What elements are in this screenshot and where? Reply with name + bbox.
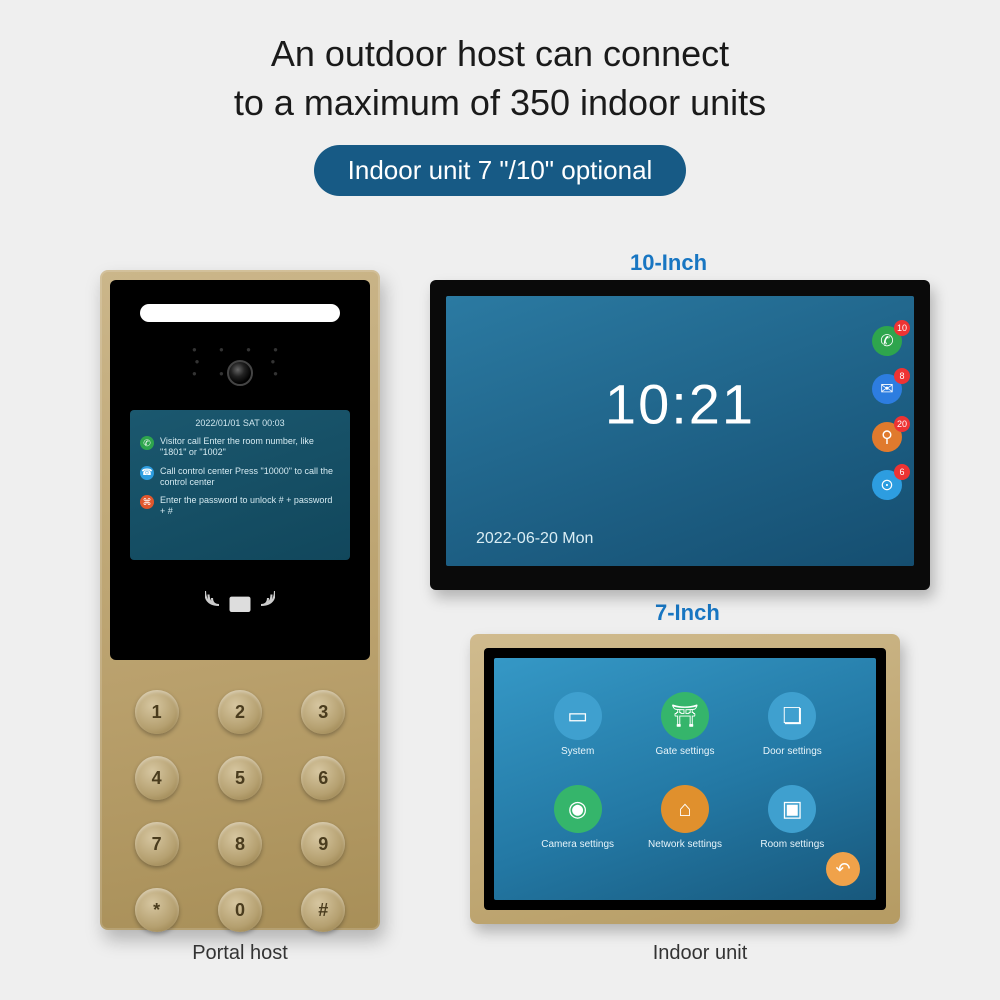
caption-portal-host: Portal host [100, 942, 380, 965]
date-display: 2022-06-20 Mon [476, 530, 593, 548]
phone-icon[interactable]: ✆10 [872, 326, 902, 356]
gate-settings-icon: ⛩ [661, 692, 709, 740]
app-label: Network settings [648, 839, 722, 850]
portal-host-device: ● ● ● ● ● ● ● ● ● ● 2022/01/01 SAT 00:03… [100, 270, 380, 930]
unit10-screen[interactable]: 10:21 2022-06-20 Mon ✆10 ✉8 ⚲20 ⊙6 [446, 296, 914, 566]
system-icon: ▭ [554, 692, 602, 740]
person-icon[interactable]: ⚲20 [872, 422, 902, 452]
back-arrow-icon: ↶ [835, 859, 850, 880]
portal-hint-password: Enter the password to unlock # + passwor… [160, 495, 340, 518]
clock-display: 10:21 [605, 372, 755, 437]
portal-top-panel: ● ● ● ● ● ● ● ● ● ● 2022/01/01 SAT 00:03… [110, 280, 370, 660]
portal-hint-visitor: Visitor call Enter the room number, like… [160, 436, 340, 459]
portal-light-bar [140, 304, 340, 322]
label-10-inch: 10-Inch [630, 250, 707, 276]
indoor-unit-10-inch: 10:21 2022-06-20 Mon ✆10 ✉8 ⚲20 ⊙6 [430, 280, 930, 590]
keypad-key[interactable]: * [135, 888, 179, 932]
room-settings-icon: ▣ [768, 785, 816, 833]
app-door-settings[interactable]: ❏ Door settings [749, 692, 836, 757]
back-button[interactable]: ↶ [826, 852, 860, 886]
keypad-key[interactable]: 1 [135, 690, 179, 734]
keypad-key[interactable]: 3 [301, 690, 345, 734]
keypad-key[interactable]: 7 [135, 822, 179, 866]
camera-settings-icon: ◉ [554, 785, 602, 833]
notification-icon-column: ✆10 ✉8 ⚲20 ⊙6 [872, 326, 902, 500]
caption-indoor-unit: Indoor unit [500, 942, 900, 965]
app-system[interactable]: ▭ System [534, 692, 621, 757]
label-7-inch: 7-Inch [655, 600, 720, 626]
app-label: Room settings [760, 839, 824, 850]
headline: An outdoor host can connect to a maximum… [0, 30, 1000, 127]
app-label: Gate settings [656, 746, 715, 757]
badge-count: 20 [894, 416, 910, 432]
badge-count: 6 [894, 464, 910, 480]
keypad-key[interactable]: 2 [218, 690, 262, 734]
app-camera-settings[interactable]: ◉ Camera settings [534, 785, 621, 850]
keypad-key[interactable]: 4 [135, 756, 179, 800]
keypad-key[interactable]: 5 [218, 756, 262, 800]
keypad-key[interactable]: # [301, 888, 345, 932]
phone-icon: ✆ [140, 436, 154, 450]
app-room-settings[interactable]: ▣ Room settings [749, 785, 836, 850]
indoor-unit-7-inch: ▭ System ⛩ Gate settings ❏ Door settings… [470, 634, 900, 924]
unit7-screen[interactable]: ▭ System ⛩ Gate settings ❏ Door settings… [494, 658, 876, 900]
camera-lens-icon [227, 360, 253, 386]
lock-icon: ⌘ [140, 495, 154, 509]
badge-count: 8 [894, 368, 910, 384]
headline-line2: to a maximum of 350 indoor units [234, 82, 766, 123]
app-label: System [561, 746, 594, 757]
keypad-key[interactable]: 6 [301, 756, 345, 800]
door-settings-icon: ❏ [768, 692, 816, 740]
portal-screen-datetime: 2022/01/01 SAT 00:03 [140, 418, 340, 428]
portal-hint-center: Call control center Press "10000" to cal… [160, 466, 340, 489]
app-gate-settings[interactable]: ⛩ Gate settings [641, 692, 728, 757]
unit7-bezel: ▭ System ⛩ Gate settings ❏ Door settings… [484, 648, 886, 910]
app-label: Door settings [763, 746, 822, 757]
app-grid: ▭ System ⛩ Gate settings ❏ Door settings… [534, 692, 836, 850]
portal-display: 2022/01/01 SAT 00:03 ✆ Visitor call Ente… [130, 410, 350, 560]
camera-icon[interactable]: ⊙6 [872, 470, 902, 500]
portal-keypad: 1 2 3 4 5 6 7 8 9 * 0 # [130, 690, 350, 932]
keypad-key[interactable]: 0 [218, 888, 262, 932]
badge-count: 10 [894, 320, 910, 336]
subtitle-pill: Indoor unit 7 "/10" optional [314, 145, 687, 196]
app-network-settings[interactable]: ⌂ Network settings [641, 785, 728, 850]
keypad-key[interactable]: 9 [301, 822, 345, 866]
headline-line1: An outdoor host can connect [271, 33, 729, 74]
app-label: Camera settings [541, 839, 614, 850]
network-settings-icon: ⌂ [661, 785, 709, 833]
message-icon[interactable]: ✉8 [872, 374, 902, 404]
rfid-icon [110, 580, 370, 635]
keypad-key[interactable]: 8 [218, 822, 262, 866]
headset-icon: ☎ [140, 466, 154, 480]
